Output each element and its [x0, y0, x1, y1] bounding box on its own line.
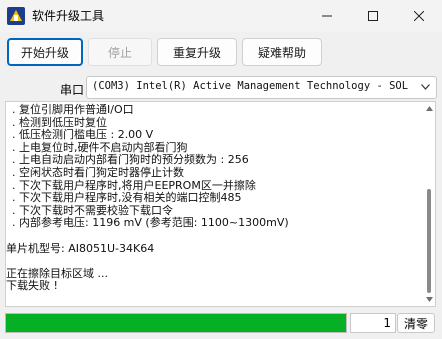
close-icon	[414, 11, 424, 21]
log-line: 正在擦除目标区域 ...	[6, 266, 108, 280]
port-label: 串口	[60, 83, 85, 97]
maximize-icon	[368, 11, 378, 21]
title-bar: 软件升级工具	[0, 0, 442, 32]
stop-button[interactable]: 停止	[88, 38, 152, 66]
app-icon	[7, 7, 25, 25]
port-value: (COM3) Intel(R) Active Management Techno…	[92, 80, 409, 92]
log-line: . 下次下载用户程序时,没有相关的端口控制485	[12, 191, 242, 205]
log-line: . 内部参考电压: 1196 mV (参考范围: 1100~1300mV)	[12, 216, 289, 230]
log-line: . 空闲状态时看门狗定时器停止计数	[12, 165, 184, 179]
scroll-down-icon[interactable]	[426, 297, 433, 302]
scroll-thumb[interactable]	[427, 189, 431, 293]
retry-upgrade-button[interactable]: 重复升级	[157, 38, 237, 66]
log-line: . 复位引脚用作普通I/O口	[12, 103, 134, 116]
clear-button[interactable]: 清零	[397, 313, 435, 333]
log-line: 下载失败 !	[6, 279, 58, 293]
progress-bar	[5, 313, 347, 333]
port-select[interactable]: (COM3) Intel(R) Active Management Techno…	[86, 76, 437, 99]
chevron-down-icon	[421, 84, 430, 90]
log-line: . 低压检测门槛电压 : 2.00 V	[12, 128, 154, 142]
minimize-button[interactable]	[304, 0, 350, 32]
log-output[interactable]: . 复位引脚用作普通I/O口. 检测到低压时复位. 低压检测门槛电压 : 2.0…	[5, 101, 436, 307]
scroll-up-icon[interactable]	[426, 106, 433, 111]
log-line: 单片机型号: AI8051U-34K64	[6, 241, 155, 255]
minimize-icon	[322, 15, 332, 17]
download-counter: 1	[350, 313, 396, 333]
start-upgrade-button[interactable]: 开始升级	[7, 38, 83, 66]
vertical-scrollbar[interactable]	[424, 103, 434, 305]
maximize-button[interactable]	[350, 0, 396, 32]
help-button[interactable]: 疑难帮助	[242, 38, 322, 66]
progress-fill	[6, 314, 346, 332]
log-lines: . 复位引脚用作普通I/O口. 检测到低压时复位. 低压检测门槛电压 : 2.0…	[6, 103, 423, 293]
close-button[interactable]	[396, 0, 442, 32]
window-title: 软件升级工具	[32, 9, 105, 23]
